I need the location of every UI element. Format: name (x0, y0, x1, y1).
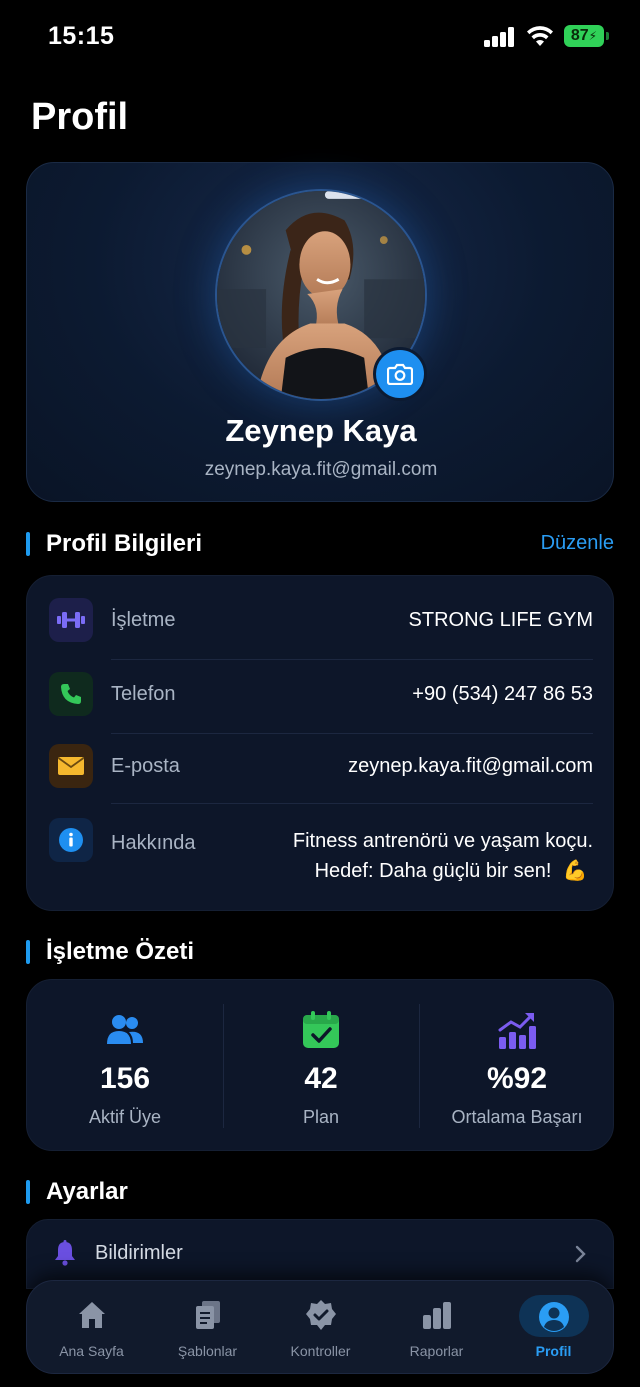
info-value: STRONG LIFE GYM (408, 609, 593, 631)
bar-chart-icon (423, 1302, 451, 1329)
tab-label: Ana Sayfa (59, 1343, 124, 1359)
info-label: Telefon (111, 683, 176, 705)
stat-average-success[interactable]: %92 Ortalama Başarı (419, 980, 615, 1152)
info-icon (49, 818, 93, 862)
calendar-check-icon (303, 1011, 339, 1048)
row-divider (111, 803, 593, 804)
settings-header: Ayarlar (26, 1178, 614, 1208)
status-bar: 15:15 87⚡ (0, 0, 640, 76)
edit-button[interactable]: Düzenle (541, 532, 614, 555)
stat-value: 42 (304, 1062, 338, 1095)
section-title: Ayarlar (46, 1178, 128, 1205)
users-icon (107, 1015, 143, 1044)
row-divider (111, 733, 593, 734)
cellular-signal-icon (484, 27, 516, 47)
user-circle-icon (539, 1302, 569, 1332)
flexed-biceps-emoji: 💪 (562, 860, 588, 882)
info-label: Hakkında (111, 832, 196, 854)
verified-badge-icon (306, 1300, 336, 1330)
mail-icon (49, 744, 93, 788)
stat-label: Aktif Üye (88, 1107, 162, 1127)
info-value: +90 (534) 247 86 53 (412, 683, 593, 705)
tab-label: Profil (535, 1343, 572, 1359)
tab-label: Raporlar (409, 1343, 464, 1359)
info-row-phone[interactable]: Telefon +90 (534) 247 86 53 (49, 672, 593, 734)
section-title: İşletme Özeti (46, 938, 195, 965)
stat-active-members[interactable]: 156 Aktif Üye (27, 980, 223, 1152)
section-accent-bar (26, 532, 30, 556)
stat-label: Ortalama Başarı (451, 1107, 583, 1127)
info-value: zeynep.kaya.fit@gmail.com (348, 755, 593, 777)
section-accent-bar (26, 940, 30, 964)
tab-reports[interactable]: Raporlar (378, 1281, 495, 1375)
phone-icon (49, 672, 93, 716)
about-line-1: Fitness antrenörü ve yaşam koçu. (292, 830, 593, 852)
change-photo-button[interactable] (373, 347, 427, 401)
profile-info-card: İşletme STRONG LIFE GYM Telefon +90 (534… (26, 575, 614, 911)
profile-email: zeynep.kaya.fit@gmail.com (204, 459, 438, 480)
tab-bar: Ana Sayfa Şablonlar Kontroller Raporlar (26, 1280, 614, 1374)
tab-label: Kontroller (290, 1343, 351, 1359)
profile-name: Zeynep Kaya (225, 413, 417, 448)
info-row-about[interactable]: Hakkında Fitness antrenörü ve yaşam koçu… (49, 818, 593, 888)
info-row-email[interactable]: E-posta zeynep.kaya.fit@gmail.com (49, 744, 593, 804)
profile-card: Zeynep Kaya zeynep.kaya.fit@gmail.com (26, 162, 614, 502)
tab-label: Şablonlar (177, 1343, 238, 1359)
info-label: İşletme (111, 609, 176, 631)
about-text: Fitness antrenörü ve yaşam koçu. Hedef: … (293, 826, 593, 886)
stat-plans[interactable]: 42 Plan (223, 980, 419, 1152)
tab-home[interactable]: Ana Sayfa (33, 1281, 150, 1375)
page-title: Profil (31, 96, 129, 138)
profile-info-header: Profil Bilgileri Düzenle (26, 530, 614, 560)
business-summary-header: İşletme Özeti (26, 938, 614, 968)
info-label: E-posta (111, 755, 180, 777)
section-accent-bar (26, 1180, 30, 1204)
bell-icon (55, 1240, 75, 1266)
dumbbell-icon (49, 598, 93, 642)
camera-icon (387, 363, 413, 385)
about-line-2: Hedef: Daha güçlü bir sen! 💪 (314, 860, 588, 882)
home-icon (79, 1302, 105, 1328)
tab-controls[interactable]: Kontroller (262, 1281, 379, 1375)
status-time: 15:15 (48, 22, 115, 50)
settings-item-notifications[interactable]: Bildirimler (26, 1219, 614, 1289)
chevron-right-icon (575, 1245, 586, 1263)
wifi-icon (527, 26, 553, 46)
stat-value: %92 (486, 1062, 548, 1095)
battery-indicator: 87⚡ (564, 25, 604, 47)
growth-chart-icon (498, 1013, 536, 1049)
battery-tip (606, 32, 609, 40)
section-title: Profil Bilgileri (46, 530, 203, 557)
business-summary-card: 156 Aktif Üye 42 Plan %92 Ortalama Başar… (26, 979, 614, 1151)
tab-profile[interactable]: Profil (495, 1281, 612, 1375)
tab-templates[interactable]: Şablonlar (149, 1281, 266, 1375)
info-row-business[interactable]: İşletme STRONG LIFE GYM (49, 598, 593, 660)
stat-value: 156 (99, 1062, 151, 1095)
documents-icon (196, 1301, 220, 1329)
row-divider (111, 659, 593, 660)
stat-label: Plan (302, 1107, 340, 1127)
settings-item-label: Bildirimler (95, 1242, 183, 1264)
